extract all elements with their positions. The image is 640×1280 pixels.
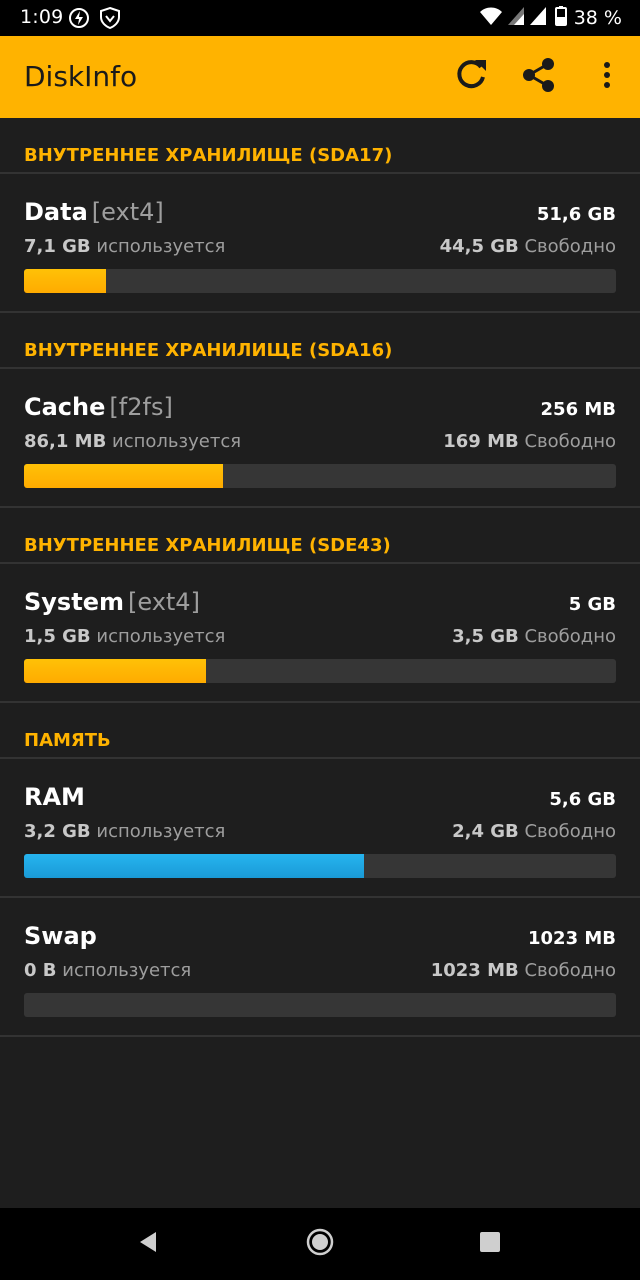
section-header: ВНУТРЕННЕЕ ХРАНИЛИЩЕ (SDA17): [0, 118, 640, 174]
section-title: ВНУТРЕННЕЕ ХРАНИЛИЩЕ (SDA17): [24, 145, 393, 166]
storage-card-cache[interactable]: Cache [f2fs] 256 MB 86,1 MB используется …: [0, 369, 640, 508]
battery-percent: 38 %: [573, 7, 622, 29]
home-icon: [305, 1227, 335, 1261]
flash-icon: [68, 6, 90, 34]
section-header: ВНУТРЕННЕЕ ХРАНИЛИЩЕ (SDE43): [0, 508, 640, 564]
section-title: ВНУТРЕННЕЕ ХРАНИЛИЩЕ (SDA16): [24, 340, 393, 361]
battery-icon: [554, 6, 567, 30]
total-size: 5,6 GB: [549, 789, 616, 810]
used-text: 3,2 GB используется: [24, 821, 226, 842]
used-text: 1,5 GB используется: [24, 626, 226, 647]
storage-list: ВНУТРЕННЕЕ ХРАНИЛИЩЕ (SDA17) Data [ext4] …: [0, 118, 640, 1037]
recents-icon: [478, 1230, 502, 1258]
filesystem-type: [ext4]: [127, 588, 200, 616]
used-text: 7,1 GB используется: [24, 236, 226, 257]
volume-name: Data [ext4]: [24, 198, 164, 226]
free-text: 1023 MB Свободно: [430, 960, 616, 981]
total-size: 1023 MB: [528, 928, 616, 949]
usage-bar-fill: [24, 269, 106, 293]
back-button[interactable]: [130, 1226, 166, 1262]
status-time: 1:09: [20, 6, 64, 28]
signal-icon: [507, 6, 525, 30]
usage-bar: [24, 269, 616, 293]
share-button[interactable]: [515, 53, 563, 101]
usage-bar-fill: [24, 464, 223, 488]
usage-bar: [24, 854, 616, 878]
filesystem-type: [f2fs]: [109, 393, 173, 421]
storage-card-system[interactable]: System [ext4] 5 GB 1,5 GB используется 3,…: [0, 564, 640, 703]
free-text: 2,4 GB Свободно: [452, 821, 616, 842]
total-size: 5 GB: [568, 594, 616, 615]
usage-bar-fill: [24, 659, 206, 683]
share-icon: [519, 55, 559, 99]
usage-bar: [24, 993, 616, 1017]
status-bar: 1:09 38 %: [0, 0, 640, 36]
volume-name: System [ext4]: [24, 588, 200, 616]
section-header: ПАМЯТЬ: [0, 703, 640, 759]
shield-icon: [98, 6, 122, 34]
volume-name: Swap: [24, 922, 97, 950]
usage-bar: [24, 659, 616, 683]
more-vert-icon: [602, 60, 612, 94]
section-title: ВНУТРЕННЕЕ ХРАНИЛИЩЕ (SDE43): [24, 535, 391, 556]
volume-name: RAM: [24, 783, 85, 811]
app-bar: DiskInfo: [0, 36, 640, 118]
wifi-icon: [479, 6, 503, 30]
signal-icon: [529, 6, 547, 30]
section-header: ВНУТРЕННЕЕ ХРАНИЛИЩЕ (SDA16): [0, 313, 640, 369]
storage-card-data[interactable]: Data [ext4] 51,6 GB 7,1 GB используется 4…: [0, 174, 640, 313]
total-size: 256 MB: [540, 399, 616, 420]
status-right-cluster: 38 %: [479, 6, 622, 30]
app-title: DiskInfo: [24, 60, 138, 93]
used-text: 0 B используется: [24, 960, 192, 981]
total-size: 51,6 GB: [536, 204, 616, 225]
more-options-button[interactable]: [583, 53, 631, 101]
memory-card-swap[interactable]: Swap 1023 MB 0 B используется 1023 MB Св…: [0, 898, 640, 1037]
navigation-bar: [0, 1208, 640, 1280]
usage-bar-fill: [24, 854, 364, 878]
refresh-button[interactable]: [447, 53, 495, 101]
used-text: 86,1 MB используется: [24, 431, 242, 452]
free-text: 3,5 GB Свободно: [452, 626, 616, 647]
recents-button[interactable]: [472, 1226, 508, 1262]
refresh-icon: [451, 55, 491, 99]
free-text: 169 MB Свободно: [443, 431, 616, 452]
filesystem-type: [ext4]: [91, 198, 164, 226]
home-button[interactable]: [302, 1226, 338, 1262]
memory-card-ram[interactable]: RAM 5,6 GB 3,2 GB используется 2,4 GB Св…: [0, 759, 640, 898]
usage-bar: [24, 464, 616, 488]
volume-name: Cache [f2fs]: [24, 393, 173, 421]
free-text: 44,5 GB Свободно: [439, 236, 616, 257]
back-icon: [136, 1230, 160, 1258]
section-title: ПАМЯТЬ: [24, 730, 111, 751]
